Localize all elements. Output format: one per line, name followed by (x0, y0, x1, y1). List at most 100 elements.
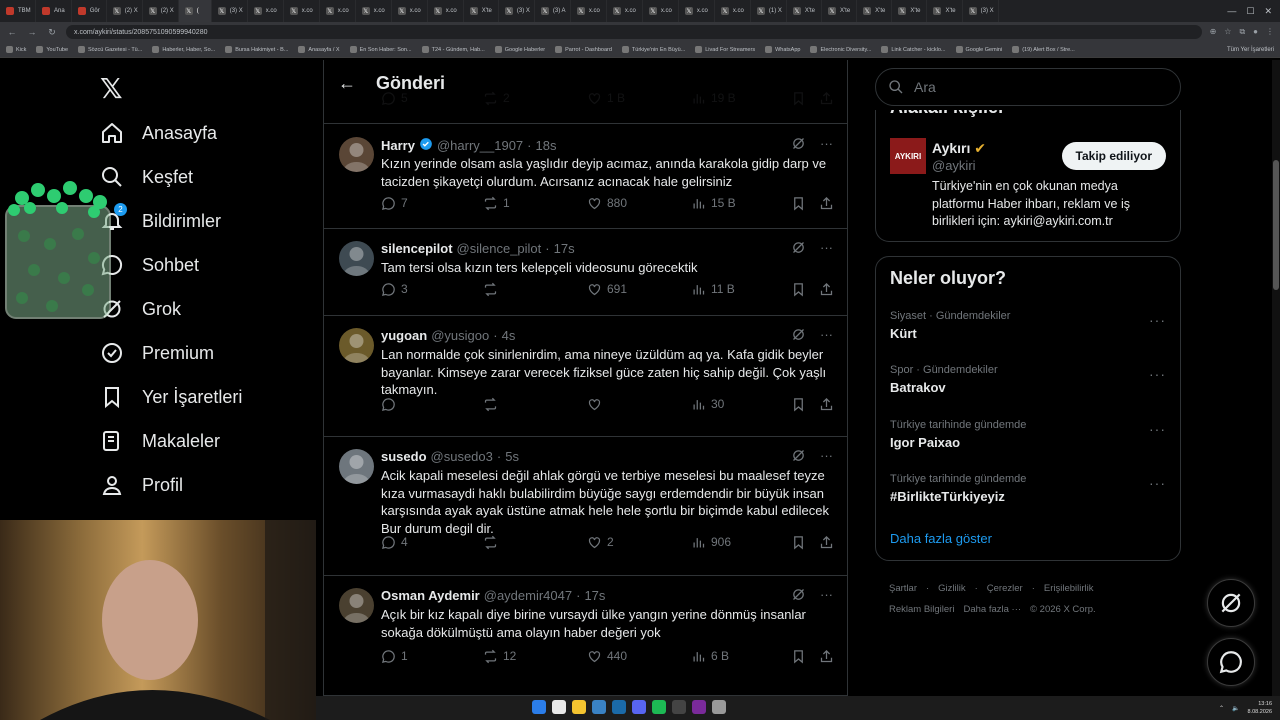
browser-tab[interactable]: 𝕏x.co (248, 0, 284, 22)
repost-button[interactable]: 12 (483, 649, 516, 664)
more-options-icon[interactable]: ··· (820, 448, 833, 466)
browser-tab[interactable]: TBM (0, 0, 36, 22)
browser-tab[interactable]: Gör (72, 0, 107, 22)
browser-tab[interactable]: 𝕏 (3) A (535, 0, 571, 22)
following-button[interactable]: Takip ediliyor (1061, 142, 1166, 170)
views-button[interactable]: 11 B (691, 282, 735, 297)
tweet[interactable]: silencepilot @silence_pilot · 17s ··· Tam ter… (324, 229, 847, 316)
tweet-time[interactable]: 17s (584, 588, 605, 603)
views-button[interactable]: 15 B (691, 196, 736, 211)
author-name[interactable]: Osman Aydemir (381, 588, 480, 603)
avatar[interactable] (339, 241, 374, 276)
views-button[interactable]: 6 B (691, 649, 729, 664)
spotify-icon[interactable] (652, 700, 666, 714)
nav-item-bookmark[interactable]: Yer İşaretleri (100, 385, 242, 409)
nav-item-bell[interactable]: 2 Bildirimler (100, 203, 221, 233)
browser-tab[interactable]: 𝕏 (3) X (212, 0, 248, 22)
browser-tab[interactable]: 𝕏x.co (571, 0, 607, 22)
messages-fab-button[interactable] (1207, 638, 1255, 686)
aykiri-avatar[interactable]: AYKIRI (890, 138, 926, 174)
browser-tab[interactable]: 𝕏 (3) X (963, 0, 999, 22)
reply-button[interactable]: 4 (381, 535, 408, 550)
bookmark-item[interactable]: En Son Haber: Son... (349, 46, 412, 53)
more-options-icon[interactable]: ··· (1149, 312, 1166, 328)
footer-link[interactable]: © 2026 X Corp. (1030, 604, 1096, 615)
repost-button[interactable] (483, 535, 503, 550)
trend-item[interactable]: Siyaset · Gündemdekiler Kürt ··· (890, 310, 1166, 341)
tweet-time[interactable]: 17s (554, 241, 575, 256)
browser-tab[interactable]: 𝕏x.co (679, 0, 715, 22)
bookmark-item[interactable]: Haberler, Haber, So... (152, 46, 215, 53)
tweet-time[interactable]: 18s (536, 138, 557, 153)
more-options-icon[interactable]: ··· (820, 327, 833, 345)
author-name[interactable]: Harry (381, 138, 415, 153)
footer-link[interactable]: Gizlilik (938, 583, 965, 594)
bookmark-item[interactable]: Google Haberler (494, 46, 545, 53)
bookmark-item[interactable]: Link Catcher - kicklo... (881, 46, 946, 53)
like-button[interactable]: 691 (587, 282, 627, 297)
minimize-icon[interactable]: — (1227, 6, 1236, 16)
page-scrollbar[interactable] (1272, 60, 1280, 700)
bookmark-item[interactable]: Kick (6, 46, 26, 53)
browser-tab[interactable]: 𝕏 (1) X (751, 0, 787, 22)
author-handle[interactable]: @yusigoo (431, 328, 489, 343)
account-name[interactable]: Aykırı ✔ (932, 140, 986, 157)
tweet[interactable]: susedo @susedo3 · 5s ··· Acik kapali meselesi… (324, 437, 847, 576)
browser-tab[interactable]: 𝕏x.co (715, 0, 751, 22)
avatar[interactable] (339, 449, 374, 484)
bookmark-item[interactable]: Sözcü Gazetesi - Tü... (78, 46, 142, 53)
trend-item[interactable]: Türkiye tarihinde gündemde #BirlikteTürki… (890, 473, 1166, 504)
browser-tab[interactable]: 𝕏( (178, 0, 212, 22)
author-handle[interactable]: @aydemir4047 (484, 588, 572, 603)
like-button[interactable] (587, 397, 607, 412)
browser-tab[interactable]: 𝕏 (2) X (107, 0, 143, 22)
x-logo-icon[interactable]: 𝕏 (100, 72, 123, 105)
browser-tab[interactable]: 𝕏x.co (392, 0, 428, 22)
browser-tab[interactable]: 𝕏 (3) X (499, 0, 535, 22)
avatar[interactable] (339, 588, 374, 623)
share-button[interactable] (819, 649, 834, 664)
clock[interactable]: 13:16 8.08.2026 (1248, 700, 1272, 716)
more-options-icon[interactable]: ··· (1149, 421, 1166, 437)
bookmark-button[interactable] (791, 535, 806, 550)
bookmark-item[interactable]: Electronic Diversity... (810, 46, 871, 53)
more-options-icon[interactable]: ··· (820, 240, 833, 258)
nav-item-premium[interactable]: Premium (100, 341, 214, 365)
steam-icon[interactable] (612, 700, 626, 714)
reply-button[interactable]: 7 (381, 196, 408, 211)
bookmark-item[interactable]: Türkiye'nin En Büyü... (621, 46, 685, 53)
more-options-icon[interactable]: ··· (1149, 475, 1166, 491)
browser-tab[interactable]: 𝕏 X'te (464, 0, 499, 22)
more-options-icon[interactable]: ··· (820, 587, 833, 605)
chrome-icon[interactable] (552, 700, 566, 714)
browser-tab[interactable]: 𝕏x.co (607, 0, 643, 22)
views-button[interactable]: 906 (691, 535, 731, 550)
repost-button[interactable] (483, 397, 503, 412)
all-bookmarks[interactable]: Tüm Yer İşaretleri (1220, 42, 1274, 57)
nav-item-articles[interactable]: Makaleler (100, 429, 220, 453)
start-icon[interactable] (532, 700, 546, 714)
bookmark-item[interactable]: Bursa Hakimiyet - B... (225, 46, 288, 53)
footer-link[interactable]: Daha fazla ··· (963, 604, 1021, 615)
bookmark-item[interactable]: (19) Alert Box / Stre... (1012, 46, 1075, 53)
profile-icon-browser[interactable]: ● (1253, 27, 1258, 37)
tweet-time[interactable]: 5s (505, 449, 519, 464)
tray-arrow-icon[interactable]: ⌃ (1219, 705, 1224, 712)
share-button[interactable] (819, 535, 834, 550)
bookmark-star-icon[interactable]: ☆ (1224, 27, 1231, 37)
show-more-link[interactable]: Daha fazla göster (890, 531, 992, 546)
grok-icon[interactable] (791, 136, 806, 154)
browser-tab[interactable]: 𝕏x.co (428, 0, 464, 22)
tweet[interactable]: Osman Aydemir @aydemir4047 · 17s ··· Açık bir… (324, 576, 847, 696)
footer-link[interactable]: Reklam Bilgileri (889, 604, 954, 615)
browser-tab[interactable]: 𝕏 X'te (892, 0, 928, 22)
bookmark-item[interactable]: YouTube (36, 46, 68, 53)
back-arrow-icon[interactable]: ← (6, 27, 18, 37)
views-button[interactable]: 30 (691, 397, 724, 412)
tweet[interactable]: yugoan @yusigoo · 4s ··· Lan normalde çok sin… (324, 316, 847, 437)
grok-icon[interactable] (791, 327, 806, 345)
browser-tab[interactable]: Ana (36, 0, 72, 22)
footer-link[interactable]: Çerezler (987, 583, 1023, 594)
nav-item-home[interactable]: Anasayfa (100, 121, 217, 145)
grok-fab-button[interactable] (1207, 579, 1255, 627)
